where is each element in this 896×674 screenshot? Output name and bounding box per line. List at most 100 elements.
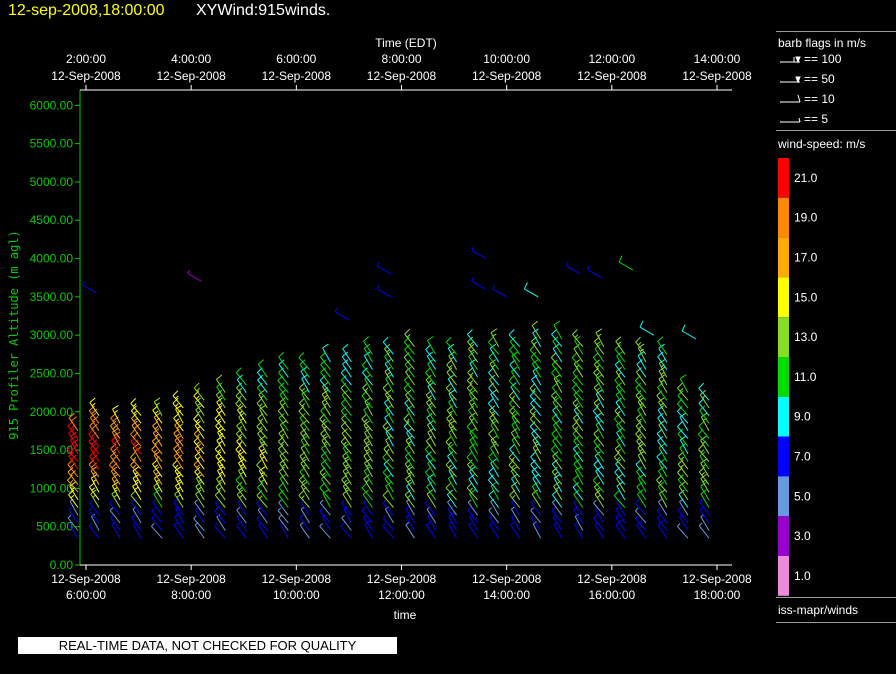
wind-barb	[277, 507, 289, 524]
wind-barb	[109, 499, 121, 516]
barb-flag-icons	[780, 56, 801, 123]
wind-barb	[510, 522, 521, 539]
x-axis-title: time	[394, 608, 417, 622]
wind-barb	[593, 499, 605, 516]
x-tick-date: 12-Sep-2008	[51, 572, 121, 586]
x-tick-time: 14:00:00	[483, 588, 530, 602]
x-tick-date: 12-Sep-2008	[156, 572, 226, 586]
wind-barb	[298, 490, 310, 508]
speed-colorbar: 21.0 19.0 17.0 15.0 13.0 11.0 9.0 7.0 5.0 3.0 1.0	[778, 158, 818, 596]
colorbar-label: 1.0	[794, 569, 811, 583]
wind-barb	[194, 499, 205, 516]
top-tick-date: 12-Sep-2008	[367, 69, 437, 83]
upper-wind-barb	[471, 246, 486, 259]
wind-barb	[509, 489, 521, 508]
wind-barb	[341, 514, 352, 531]
upper-wind-barb	[492, 284, 507, 298]
x-tick-time: 18:00:00	[694, 588, 741, 602]
x-tick-date: 12-Sep-2008	[682, 572, 752, 586]
wind-barb	[676, 523, 689, 539]
colorbar-label: 15.0	[794, 290, 818, 304]
top-tick-time: 6:00:00	[276, 52, 316, 66]
x-tick-time: 16:00:00	[588, 588, 635, 602]
wind-barb	[151, 523, 163, 539]
wind-barb	[405, 506, 415, 524]
wind-barb	[257, 413, 268, 432]
wind-barb	[91, 513, 100, 531]
wind-barb	[488, 507, 500, 524]
y-tick-label: 4500.00	[30, 213, 74, 227]
y-tick-label: 2500.00	[30, 366, 74, 380]
wind-barb	[553, 320, 563, 340]
wind-barb	[361, 507, 373, 524]
x-tick-date: 12-Sep-2008	[367, 572, 437, 586]
y-tick-label: 3000.00	[30, 328, 74, 342]
top-tick-date: 12-Sep-2008	[682, 69, 752, 83]
upper-wind-barb	[587, 265, 602, 279]
top-tick-time: 10:00:00	[483, 52, 530, 66]
x-tick-date: 12-Sep-2008	[472, 572, 542, 586]
wind-barb	[300, 498, 310, 516]
wind-barb	[173, 522, 184, 539]
top-tick-date: 12-Sep-2008	[262, 69, 332, 83]
upper-wind-barb	[376, 262, 392, 275]
top-tick-date: 12-Sep-2008	[51, 69, 121, 83]
wind-barb	[424, 499, 436, 516]
upper-wind-barb	[523, 282, 539, 298]
wind-barb	[530, 507, 542, 524]
wind-barb	[256, 500, 268, 516]
wind-barb	[656, 514, 668, 531]
colorbar-label: 9.0	[794, 410, 811, 424]
y-tick-label: 3500.00	[30, 290, 74, 304]
colorbar-swatch	[778, 277, 789, 318]
x-tick-time: 6:00:00	[66, 588, 106, 602]
barb-flag-5: == 5	[804, 112, 829, 126]
barb-flag-50: == 50	[804, 72, 835, 86]
wind-barb	[88, 522, 100, 539]
top-tick-date: 12-Sep-2008	[577, 69, 647, 83]
x-tick-date: 12-Sep-2008	[577, 572, 647, 586]
wind-barb	[572, 499, 584, 516]
y-tick-label: 1000.00	[30, 481, 74, 495]
x-tick-date: 12-Sep-2008	[262, 572, 332, 586]
upper-wind-barb	[187, 269, 202, 282]
wind-barb	[236, 507, 247, 524]
upper-wind-barb	[376, 284, 392, 298]
colorbar-swatch	[778, 556, 789, 596]
y-tick-label: 5500.00	[30, 137, 74, 151]
upper-wind-barb	[82, 281, 97, 294]
colorbar-swatch	[778, 357, 789, 397]
source-label: iss-mapr/winds	[778, 603, 859, 617]
chart-axes: 0.00 500.00 1000.00 1500.00 2000.00 2500.00 30…	[7, 36, 752, 622]
colorbar-swatch	[778, 476, 789, 517]
wind-speed-title: wind-speed: m/s	[778, 137, 866, 151]
legend-divider	[776, 622, 896, 623]
barb-flag-icon	[780, 94, 801, 103]
top-axis-title: Time (EDT)	[375, 36, 437, 50]
y-axis-title: 915 Profiler Altitude (m agl)	[7, 230, 21, 440]
wind-barb	[511, 498, 521, 516]
wind-barb	[551, 507, 563, 524]
x-tick-time: 12:00:00	[378, 588, 425, 602]
wind-barb	[319, 523, 331, 539]
wind-barb	[488, 489, 500, 508]
top-tick-time: 2:00:00	[66, 52, 106, 66]
wind-barb	[216, 514, 226, 531]
top-tick-time: 4:00:00	[171, 52, 211, 66]
upper-wind-barb	[681, 324, 697, 340]
colorbar-label: 11.0	[794, 370, 817, 384]
colorbar-swatch	[778, 396, 789, 437]
wind-barb	[532, 521, 542, 539]
barb-flag-10: == 10	[804, 92, 835, 106]
wind-barb	[405, 521, 415, 539]
colorbar-swatch	[778, 516, 789, 556]
colorbar-label: 5.0	[794, 489, 811, 503]
wind-barb	[131, 514, 142, 531]
y-tick-label: 2000.00	[30, 405, 74, 419]
top-tick-time: 14:00:00	[694, 52, 741, 66]
wind-barb	[383, 443, 394, 462]
wind-barb	[322, 343, 331, 363]
y-tick-label: 500.00	[36, 520, 73, 534]
quality-notice: REAL-TIME DATA, NOT CHECKED FOR QUALITY	[18, 637, 397, 654]
wind-barb	[299, 522, 310, 539]
